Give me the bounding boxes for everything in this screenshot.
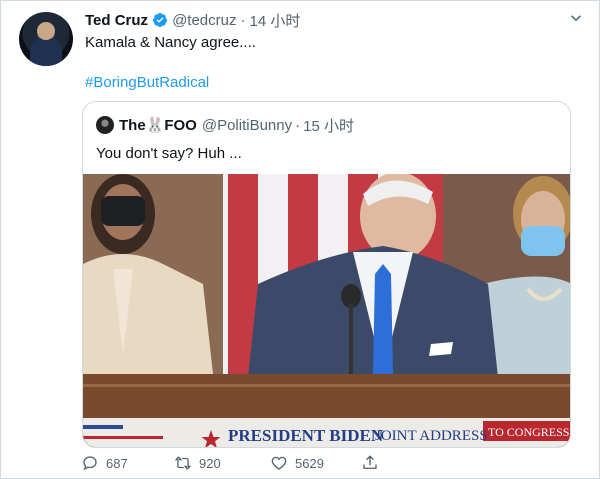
action-bar: 687 920 5629 — [81, 454, 521, 476]
tweet-header: Ted Cruz @tedcruz · 14 小时 — [85, 10, 585, 30]
avatar-head — [37, 22, 55, 40]
retweet-count: 920 — [199, 455, 221, 471]
separator-dot: · — [240, 11, 246, 29]
tweet-time[interactable]: 14 小时 — [249, 10, 300, 31]
quoted-tweet[interactable]: The🐰FOO @PolitiBunny · 15 小时 You don't s… — [82, 101, 571, 448]
hashtag-link[interactable]: #BoringButRadical — [85, 73, 209, 93]
reply-icon — [83, 456, 97, 471]
chyron-main-text: PRESIDENT BIDEN — [228, 426, 384, 445]
verified-icon — [153, 13, 168, 27]
quoted-time[interactable]: 15 小时 — [303, 115, 354, 136]
like-icon — [271, 456, 287, 470]
author-handle[interactable]: @tedcruz — [172, 12, 236, 29]
reply-button[interactable]: 687 — [81, 454, 128, 472]
retweet-icon — [174, 456, 192, 470]
retweet-button[interactable]: 920 — [174, 454, 221, 472]
tweet-card: Ted Cruz @tedcruz · 14 小时 Kamala & Nancy… — [0, 0, 600, 479]
chyron-tag-text: TO CONGRESS — [488, 425, 569, 439]
media-illustration: PRESIDENT BIDEN JOINT ADDRESS TO CONGRES… — [83, 174, 570, 447]
like-button[interactable]: 5629 — [270, 454, 324, 472]
avatar-body — [30, 38, 62, 66]
chyron-sub-text: JOINT ADDRESS — [375, 428, 488, 444]
share-icon — [363, 455, 377, 469]
tweet-text: Kamala & Nancy agree.... — [85, 34, 256, 51]
quoted-header: The🐰FOO @PolitiBunny · 15 小时 — [96, 115, 354, 135]
quoted-text: You don't say? Huh ... — [96, 145, 242, 162]
more-caret-icon[interactable] — [567, 9, 585, 27]
author-name[interactable]: Ted Cruz — [85, 12, 148, 29]
quoted-author-handle[interactable]: @PolitiBunny — [202, 117, 292, 134]
quoted-author-name[interactable]: The🐰FOO — [119, 116, 197, 134]
author-avatar[interactable] — [19, 12, 73, 66]
reply-count: 687 — [106, 455, 128, 471]
share-button[interactable] — [361, 454, 386, 472]
quoted-avatar[interactable] — [96, 116, 114, 134]
like-count: 5629 — [295, 455, 324, 471]
quoted-media-image[interactable]: PRESIDENT BIDEN JOINT ADDRESS TO CONGRES… — [83, 174, 570, 447]
quoted-separator-dot: · — [295, 116, 301, 134]
